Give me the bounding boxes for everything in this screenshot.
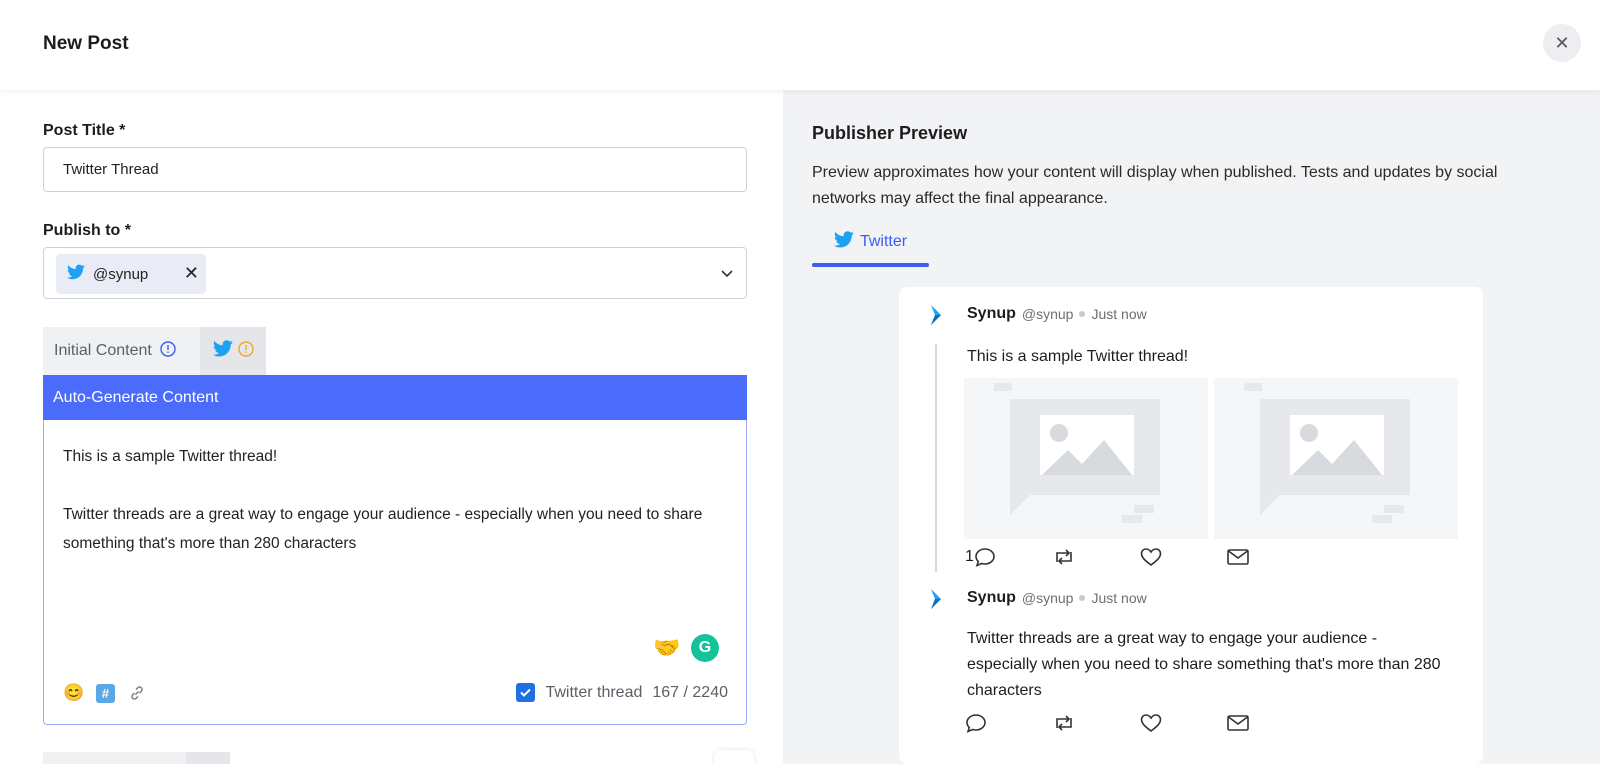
tweet-author-handle: @synup: [1021, 306, 1074, 322]
twitter-bird-icon: [833, 231, 854, 253]
image-placeholder: [1214, 378, 1458, 539]
tweet-header: Synup @synup Just now: [967, 589, 1147, 607]
tweet-text: Twitter threads are a great way to engag…: [967, 630, 1441, 699]
account-handle: @synup: [93, 265, 149, 283]
post-title-input[interactable]: [43, 147, 747, 192]
reply-icon: [975, 548, 995, 567]
tab-twitter-preview[interactable]: Twitter: [812, 225, 929, 259]
synup-logo-icon: [931, 589, 941, 609]
retweet-button[interactable]: [1052, 713, 1139, 733]
preview-title: Publisher Preview: [812, 123, 968, 143]
remove-account-icon[interactable]: ✕: [184, 263, 199, 284]
separator-dot: [1079, 311, 1086, 317]
handshake-icon[interactable]: 🤝: [653, 635, 680, 661]
character-counter: 167 / 2240: [652, 683, 728, 701]
publish-to-select[interactable]: @synup ✕: [43, 247, 747, 299]
twitter-thread-option: Twitter thread 167 / 2240: [516, 683, 728, 702]
page-title: New Post: [43, 33, 129, 54]
modal-header: New Post ✕: [0, 0, 1600, 90]
tab-twitter[interactable]: [200, 327, 266, 375]
hashtag-icon[interactable]: #: [96, 683, 115, 703]
like-button[interactable]: [1139, 713, 1226, 733]
tweet-header: Synup @synup Just now: [967, 305, 1147, 323]
retweet-icon: [1056, 715, 1072, 731]
mail-icon: [1227, 715, 1249, 731]
twitter-thread-label: Twitter thread: [545, 683, 643, 701]
info-icon: [160, 340, 176, 362]
tweet-actions: 1: [965, 547, 1313, 567]
auto-generate-content-button[interactable]: Auto-Generate Content: [43, 375, 747, 420]
grammarly-icon[interactable]: G: [691, 634, 719, 662]
chevron-down-icon[interactable]: [720, 266, 734, 280]
tweet-text: This is a sample Twitter thread!: [967, 348, 1189, 365]
content-editor[interactable]: This is a sample Twitter thread! Twitter…: [43, 420, 747, 725]
twitter-bird-icon: [66, 264, 85, 285]
preview-description: Preview approximates how your content wi…: [812, 164, 1498, 207]
reply-icon: [966, 714, 986, 733]
tab-twitter-preview-label: Twitter: [859, 233, 908, 250]
tweet-time: Just now: [1091, 590, 1147, 606]
heart-icon: [1140, 548, 1162, 567]
tab-initial-content[interactable]: Initial Content: [43, 327, 200, 375]
active-tab-indicator: [812, 263, 929, 267]
close-icon: ✕: [1554, 32, 1570, 53]
tweet-time: Just now: [1091, 306, 1147, 322]
emoji-icon[interactable]: 😊: [63, 683, 84, 703]
share-mail-button[interactable]: [1226, 713, 1313, 733]
image-placeholder: [964, 378, 1208, 539]
editor-toolbar: 😊 #: [63, 683, 147, 703]
editor-paragraph: Twitter threads are a great way to engag…: [63, 506, 703, 552]
content-tabs: Initial Content: [43, 327, 266, 375]
twitter-thread-checkbox[interactable]: [516, 683, 536, 702]
thread-connector-line: [935, 344, 937, 572]
share-mail-button[interactable]: [1226, 547, 1313, 567]
retweet-button[interactable]: [1052, 547, 1139, 567]
image-toggle[interactable]: [714, 750, 754, 764]
tweet-author-handle: @synup: [1021, 590, 1074, 606]
mail-icon: [1227, 549, 1249, 565]
tweet-author-name: Synup: [967, 305, 1016, 322]
next-section-tab-twitter: [186, 752, 230, 764]
separator-dot: [1079, 595, 1086, 601]
editor-paragraph: This is a sample Twitter thread!: [63, 448, 278, 465]
account-chip: @synup ✕: [56, 254, 206, 294]
retweet-icon: [1056, 549, 1072, 565]
twitter-bird-icon: [212, 340, 233, 362]
like-button[interactable]: [1139, 547, 1226, 567]
tweet-author-name: Synup: [967, 589, 1016, 606]
tweet-actions: [965, 713, 1313, 733]
link-icon[interactable]: [127, 683, 147, 703]
tab-initial-content-label: Initial Content: [54, 342, 152, 359]
synup-logo-icon: [931, 305, 941, 325]
reply-button[interactable]: 1: [965, 547, 1052, 567]
close-button[interactable]: ✕: [1543, 24, 1581, 62]
tweet-preview-card: Synup @synup Just now This is a sample T…: [899, 287, 1483, 764]
heart-icon: [1140, 714, 1162, 733]
publish-to-label: Publish to *: [43, 222, 131, 239]
warning-icon: [237, 340, 254, 362]
reply-button[interactable]: [965, 713, 1052, 733]
reply-count: 1: [965, 548, 974, 565]
editor-text[interactable]: This is a sample Twitter thread! Twitter…: [63, 442, 723, 587]
post-title-label: Post Title *: [43, 122, 126, 139]
preview-panel: Publisher Preview Preview approximates h…: [783, 90, 1600, 764]
